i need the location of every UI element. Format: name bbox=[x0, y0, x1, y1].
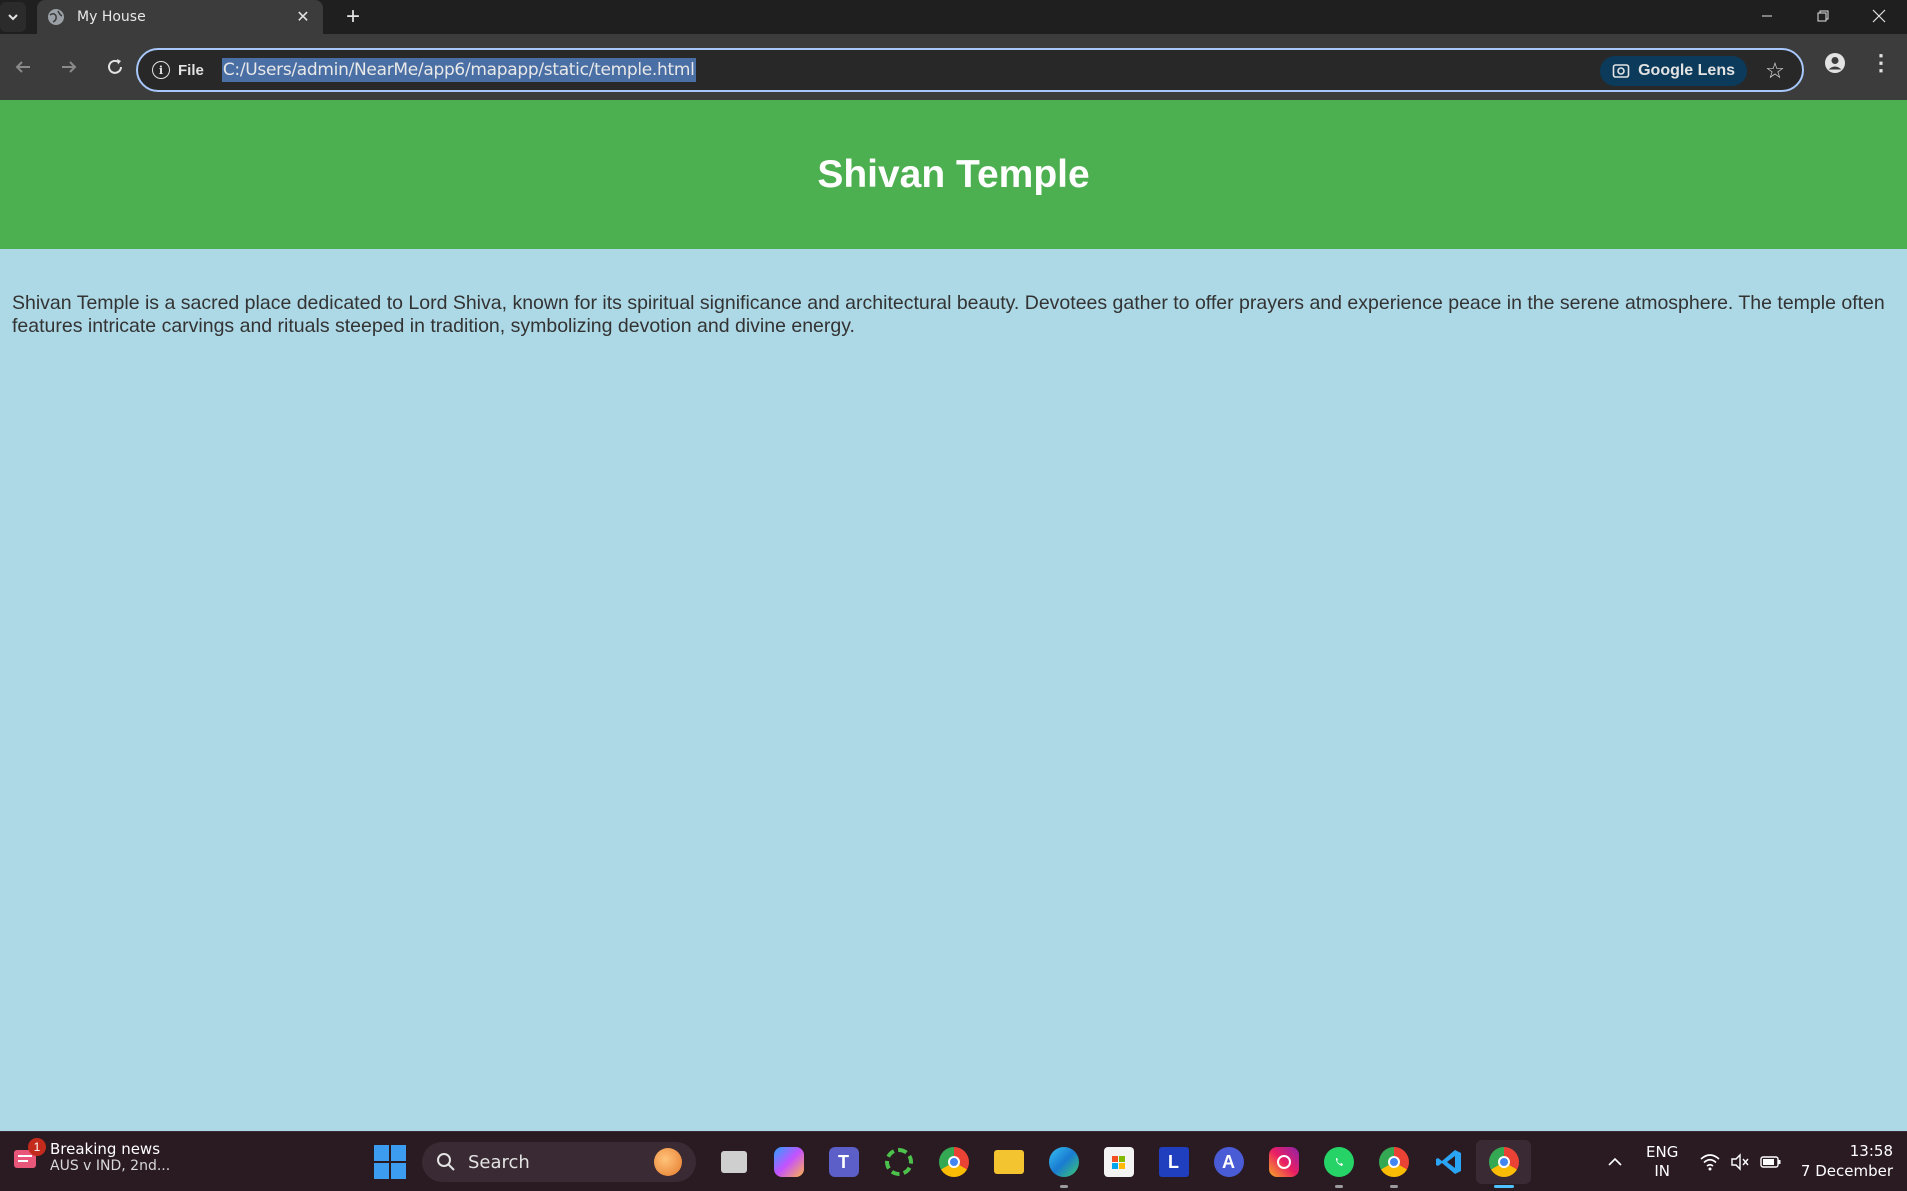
l-app-button[interactable]: L bbox=[1146, 1140, 1201, 1184]
a-app-button[interactable]: A bbox=[1201, 1140, 1256, 1184]
whatsapp-button[interactable] bbox=[1311, 1140, 1366, 1188]
edge-icon bbox=[1048, 1147, 1079, 1177]
google-lens-button[interactable]: Google Lens bbox=[1600, 56, 1747, 86]
arrow-left-icon bbox=[15, 61, 30, 73]
news-icon: 1 bbox=[10, 1138, 46, 1174]
language-line1: ENG bbox=[1646, 1143, 1679, 1161]
profile-button[interactable] bbox=[1818, 46, 1852, 80]
back-button[interactable] bbox=[0, 47, 46, 87]
globe-icon bbox=[47, 8, 65, 26]
language-line2: IN bbox=[1654, 1162, 1670, 1180]
chrome-button[interactable] bbox=[926, 1140, 981, 1184]
wifi-icon bbox=[1700, 1154, 1720, 1171]
teams-icon: T bbox=[828, 1147, 859, 1177]
chevron-down-icon bbox=[8, 14, 18, 21]
site-info-label: File bbox=[178, 61, 204, 79]
vscode-icon bbox=[1434, 1147, 1464, 1177]
windows-logo-icon bbox=[374, 1145, 389, 1161]
windows-taskbar: 1 Breaking news AUS v IND, 2nd... Search… bbox=[0, 1131, 1907, 1191]
reload-icon bbox=[108, 59, 122, 74]
vscode-button[interactable] bbox=[1421, 1140, 1476, 1184]
search-icon bbox=[437, 1153, 455, 1171]
store-icon bbox=[1103, 1147, 1134, 1177]
instagram-icon bbox=[1268, 1147, 1299, 1177]
site-info-button[interactable]: i File bbox=[148, 55, 214, 85]
system-tray: ENG IN bbox=[1600, 1140, 1782, 1184]
restore-button[interactable] bbox=[1795, 0, 1851, 32]
info-icon: i bbox=[152, 61, 170, 79]
browser-tab[interactable]: My House ✕ bbox=[37, 0, 323, 34]
google-lens-label: Google Lens bbox=[1638, 62, 1735, 79]
chrome-alt-button[interactable] bbox=[1366, 1140, 1421, 1188]
search-label: Search bbox=[468, 1151, 530, 1173]
chevron-up-icon[interactable] bbox=[1600, 1157, 1630, 1167]
task-view-button[interactable] bbox=[706, 1140, 761, 1184]
close-tab-icon[interactable]: ✕ bbox=[293, 7, 313, 27]
news-widget[interactable]: 1 Breaking news AUS v IND, 2nd... bbox=[10, 1138, 171, 1174]
minimize-button[interactable] bbox=[1739, 0, 1795, 32]
a-app-icon: A bbox=[1213, 1147, 1244, 1177]
bookmark-star-icon[interactable]: ☆ bbox=[1762, 58, 1788, 84]
copilot-button[interactable] bbox=[761, 1140, 816, 1184]
restore-icon bbox=[1817, 10, 1829, 22]
ring-app-icon bbox=[884, 1148, 913, 1176]
search-highlight-icon bbox=[654, 1148, 682, 1176]
taskbar-apps: T L A bbox=[706, 1140, 1531, 1188]
chrome-icon bbox=[938, 1147, 969, 1177]
tab-search-button[interactable] bbox=[0, 2, 26, 32]
news-subtitle: AUS v IND, 2nd... bbox=[50, 1158, 171, 1174]
file-explorer-button[interactable] bbox=[981, 1140, 1036, 1184]
clock-date: 7 December bbox=[1800, 1162, 1893, 1180]
camera-search-icon bbox=[1612, 64, 1630, 78]
clock[interactable]: 13:58 7 December bbox=[1801, 1141, 1893, 1181]
language-indicator[interactable]: ENG IN bbox=[1646, 1143, 1678, 1181]
news-title: Breaking news bbox=[50, 1140, 161, 1158]
url-text[interactable]: C:/Users/admin/NearMe/app6/mapapp/static… bbox=[221, 58, 696, 82]
news-badge: 1 bbox=[28, 1138, 46, 1156]
arrow-right-icon bbox=[62, 61, 77, 73]
chrome-alt-icon bbox=[1378, 1147, 1409, 1177]
browser-menu-button[interactable]: ⋮ bbox=[1866, 46, 1896, 80]
ring-app-button[interactable] bbox=[871, 1140, 926, 1184]
reload-button[interactable] bbox=[92, 47, 138, 87]
quick-settings[interactable] bbox=[1700, 1153, 1782, 1171]
l-app-icon: L bbox=[1158, 1147, 1189, 1177]
page-header: Shivan Temple bbox=[0, 100, 1907, 249]
folder-icon bbox=[993, 1150, 1024, 1174]
teams-button[interactable]: T bbox=[816, 1140, 871, 1184]
whatsapp-icon bbox=[1323, 1147, 1354, 1177]
task-view-icon bbox=[720, 1151, 747, 1173]
battery-icon bbox=[1760, 1156, 1781, 1168]
microsoft-store-button[interactable] bbox=[1091, 1140, 1146, 1184]
chrome-active-icon bbox=[1488, 1147, 1519, 1177]
copilot-icon bbox=[773, 1147, 804, 1177]
instagram-button[interactable] bbox=[1256, 1140, 1311, 1184]
edge-button[interactable] bbox=[1036, 1140, 1091, 1188]
close-icon bbox=[1872, 9, 1886, 23]
tab-title: My House bbox=[77, 9, 146, 25]
chrome-active-button[interactable] bbox=[1476, 1140, 1531, 1188]
close-window-button[interactable] bbox=[1851, 0, 1907, 32]
forward-button[interactable] bbox=[46, 47, 92, 87]
temple-description: Shivan Temple is a sacred place dedicate… bbox=[12, 292, 1885, 337]
clock-time: 13:58 bbox=[1849, 1142, 1893, 1160]
window-controls bbox=[1739, 0, 1907, 32]
page-title: Shivan Temple bbox=[817, 152, 1090, 196]
volume-muted-icon bbox=[1731, 1153, 1749, 1171]
new-tab-button[interactable]: + bbox=[340, 3, 366, 30]
minimize-icon bbox=[1762, 15, 1772, 17]
profile-icon bbox=[1825, 53, 1845, 73]
browser-toolbar: i File C:/Users/admin/NearMe/app6/mapapp… bbox=[0, 34, 1907, 100]
start-button[interactable] bbox=[374, 1145, 408, 1179]
taskbar-search[interactable]: Search bbox=[422, 1142, 696, 1182]
address-bar[interactable]: i File C:/Users/admin/NearMe/app6/mapapp… bbox=[136, 48, 1804, 92]
